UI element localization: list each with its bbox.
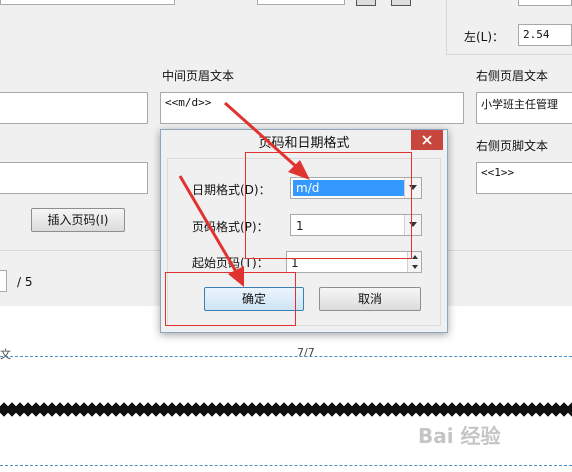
annotation-arrows — [178, 101, 310, 287]
annotation-arrow-1 — [224, 101, 310, 180]
annotation-arrow-2 — [178, 175, 244, 287]
